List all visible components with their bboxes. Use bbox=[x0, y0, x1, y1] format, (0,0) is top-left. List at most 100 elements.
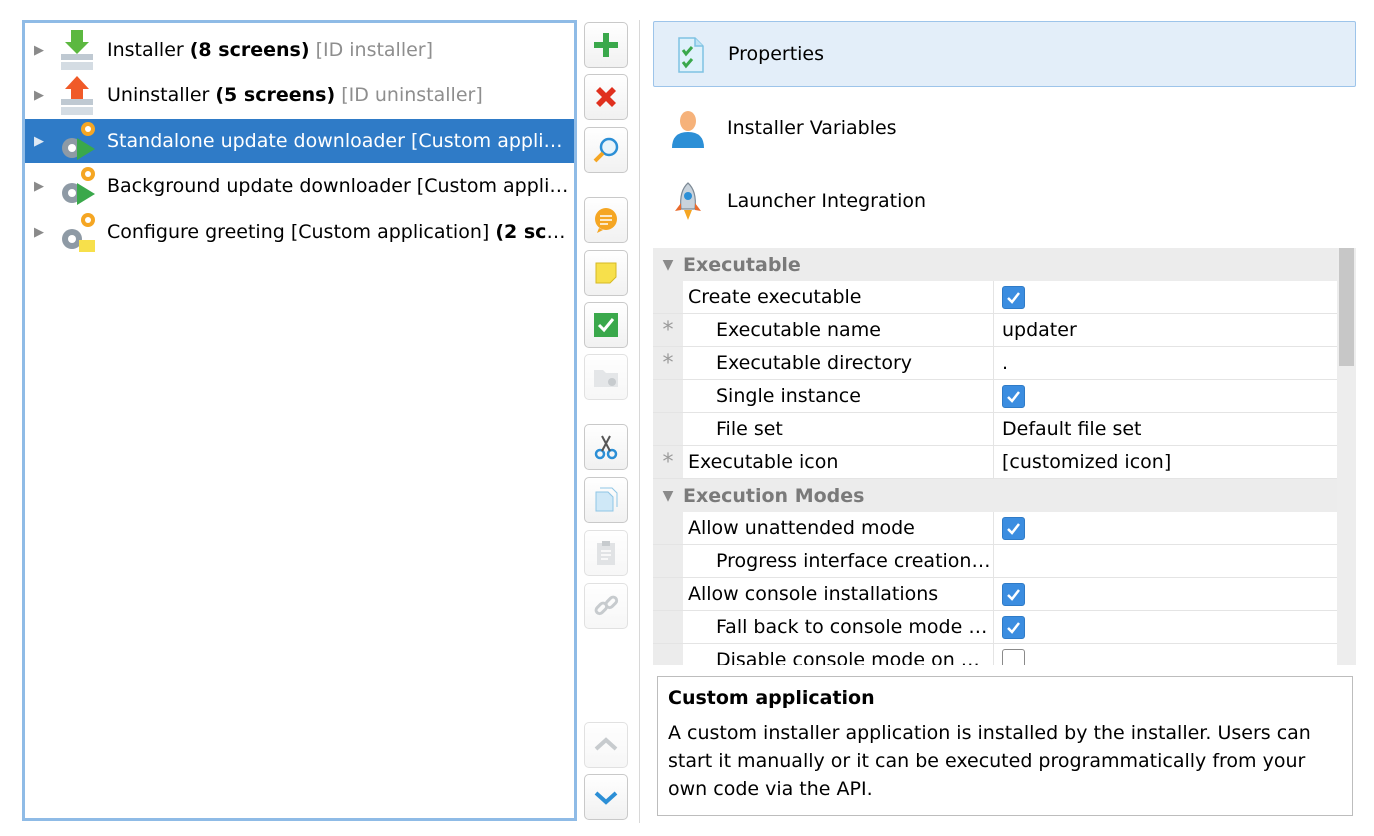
nav-installer-variables[interactable]: Installer Variables bbox=[653, 95, 1356, 161]
property-name: File set bbox=[716, 418, 783, 440]
nav-properties[interactable]: Properties bbox=[653, 21, 1356, 87]
screens-tree[interactable]: ▶ Installer (8 screens) [ID installer] ▶ Un… bbox=[22, 20, 577, 821]
property-checkbox[interactable] bbox=[1002, 285, 1025, 309]
note-button[interactable] bbox=[584, 250, 628, 296]
property-name: Executable name bbox=[716, 319, 881, 341]
add-button[interactable] bbox=[584, 22, 628, 68]
property-name: Allow unattended mode bbox=[688, 517, 915, 539]
property-row[interactable]: Allow console installations bbox=[653, 578, 1337, 611]
property-checkbox[interactable] bbox=[1002, 648, 1025, 665]
move-down-button[interactable] bbox=[584, 774, 628, 820]
property-value-cell[interactable] bbox=[994, 545, 1337, 577]
tree-item-screen-count: (2 scre... bbox=[495, 221, 574, 243]
checkmark-icon bbox=[1007, 291, 1020, 304]
property-row[interactable]: * Executable name updater bbox=[653, 314, 1337, 347]
property-name-cell: Fall back to console mode o... bbox=[683, 611, 994, 643]
tree-item-name: Configure greeting [Custom application] bbox=[107, 221, 490, 243]
property-name: Allow console installations bbox=[688, 583, 939, 605]
collapse-arrow-icon[interactable]: ▼ bbox=[653, 488, 683, 504]
paste-button[interactable] bbox=[584, 530, 628, 576]
property-category[interactable]: ▼ Executable bbox=[653, 248, 1337, 281]
property-grid-scrollbar[interactable] bbox=[1337, 248, 1356, 665]
copy-icon bbox=[595, 487, 618, 512]
property-value-cell[interactable]: updater bbox=[994, 314, 1337, 346]
property-category-label: Execution Modes bbox=[683, 484, 865, 507]
property-checkbox[interactable] bbox=[1002, 582, 1025, 606]
expand-arrow-icon[interactable]: ▶ bbox=[25, 225, 55, 240]
property-row[interactable]: Progress interface creation ... bbox=[653, 545, 1337, 578]
collapse-arrow-icon[interactable]: ▼ bbox=[653, 257, 683, 273]
move-up-button[interactable] bbox=[584, 722, 628, 768]
property-checkbox[interactable] bbox=[1002, 384, 1025, 408]
speech-bubble-icon bbox=[595, 208, 617, 233]
nav-installer-variables-label: Installer Variables bbox=[727, 117, 897, 139]
property-row[interactable]: Allow unattended mode bbox=[653, 512, 1337, 545]
chevron-up-icon bbox=[594, 737, 618, 751]
tree-item-label: Configure greeting [Custom application] … bbox=[107, 221, 574, 243]
property-value-cell[interactable] bbox=[994, 644, 1337, 665]
property-name: Disable console mode on W... bbox=[716, 649, 993, 665]
property-checkbox[interactable] bbox=[1002, 615, 1025, 639]
check-button[interactable] bbox=[584, 302, 628, 348]
tree-item[interactable]: ▶ Background update downloader [Custom ap… bbox=[25, 164, 574, 208]
property-row[interactable]: Disable console mode on W... bbox=[653, 644, 1337, 665]
row-gutter bbox=[653, 413, 683, 445]
nav-launcher-integration-label: Launcher Integration bbox=[727, 190, 927, 212]
property-value-cell[interactable]: Default file set bbox=[994, 413, 1337, 445]
description-text: A custom installer application is instal… bbox=[668, 722, 1311, 800]
property-name-cell: Executable directory bbox=[683, 347, 994, 379]
copy-button[interactable] bbox=[584, 477, 628, 523]
property-row[interactable]: File set Default file set bbox=[653, 413, 1337, 446]
tree-item[interactable]: ▶ Installer (8 screens) [ID installer] bbox=[25, 28, 574, 72]
row-gutter bbox=[653, 380, 683, 412]
group-button[interactable] bbox=[584, 354, 628, 400]
property-name-cell: Disable console mode on W... bbox=[683, 644, 994, 665]
property-category[interactable]: ▼ Execution Modes bbox=[653, 479, 1337, 512]
cut-button[interactable] bbox=[584, 424, 628, 470]
expand-arrow-icon[interactable]: ▶ bbox=[25, 179, 55, 194]
tree-item[interactable]: ▶ Configure greeting [Custom application]… bbox=[25, 210, 574, 254]
custom-application-gear-note-icon bbox=[62, 213, 95, 252]
plus-icon bbox=[594, 33, 618, 57]
installer-down-arrow-icon bbox=[61, 30, 93, 70]
property-name-cell: Allow unattended mode bbox=[683, 512, 994, 544]
property-value-cell[interactable]: . bbox=[994, 347, 1337, 379]
scrollbar-thumb[interactable] bbox=[1339, 248, 1354, 366]
x-icon bbox=[596, 87, 616, 107]
property-grid[interactable]: ▼ Executable Create executable * Executable … bbox=[653, 248, 1356, 665]
property-row[interactable]: * Executable icon [customized icon] bbox=[653, 446, 1337, 479]
expand-arrow-icon[interactable]: ▶ bbox=[25, 134, 55, 149]
delete-button[interactable] bbox=[584, 74, 628, 120]
nav-launcher-integration[interactable]: Launcher Integration bbox=[653, 168, 1356, 234]
clipboard-icon bbox=[597, 541, 615, 565]
comment-button[interactable] bbox=[584, 197, 628, 243]
property-value-cell[interactable] bbox=[994, 281, 1337, 313]
chain-link-icon bbox=[594, 595, 619, 616]
expand-arrow-icon[interactable]: ▶ bbox=[25, 43, 55, 58]
folder-icon bbox=[594, 370, 618, 387]
property-value-cell[interactable] bbox=[994, 380, 1337, 412]
property-row[interactable]: * Executable directory. bbox=[653, 347, 1337, 380]
property-value-cell[interactable]: [customized icon] bbox=[994, 446, 1337, 478]
property-checkbox[interactable] bbox=[1002, 516, 1025, 540]
expand-arrow-icon[interactable]: ▶ bbox=[25, 88, 55, 103]
property-value: [customized icon] bbox=[1002, 451, 1172, 473]
tree-item-screen-count: (8 screens) bbox=[189, 39, 310, 61]
tree-item-name: Installer bbox=[107, 39, 184, 61]
search-button[interactable] bbox=[584, 127, 628, 173]
user-icon bbox=[672, 111, 704, 148]
property-value-cell[interactable] bbox=[994, 512, 1337, 544]
tree-item[interactable]: ▶ Uninstaller (5 screens) [ID uninstaller… bbox=[25, 73, 574, 117]
link-button[interactable] bbox=[584, 583, 628, 629]
checkmark-icon bbox=[1007, 621, 1020, 634]
nav-properties-label: Properties bbox=[728, 43, 825, 65]
magnifier-icon bbox=[593, 137, 619, 163]
tree-item[interactable]: ▶ Standalone update downloader [Custom ap… bbox=[25, 119, 574, 163]
property-value-cell[interactable] bbox=[994, 611, 1337, 643]
property-row[interactable]: Fall back to console mode o... bbox=[653, 611, 1337, 644]
property-row[interactable]: Create executable bbox=[653, 281, 1337, 314]
property-row[interactable]: Single instance bbox=[653, 380, 1337, 413]
rocket-icon bbox=[675, 182, 701, 220]
property-name-cell: Create executable bbox=[683, 281, 994, 313]
property-value-cell[interactable] bbox=[994, 578, 1337, 610]
